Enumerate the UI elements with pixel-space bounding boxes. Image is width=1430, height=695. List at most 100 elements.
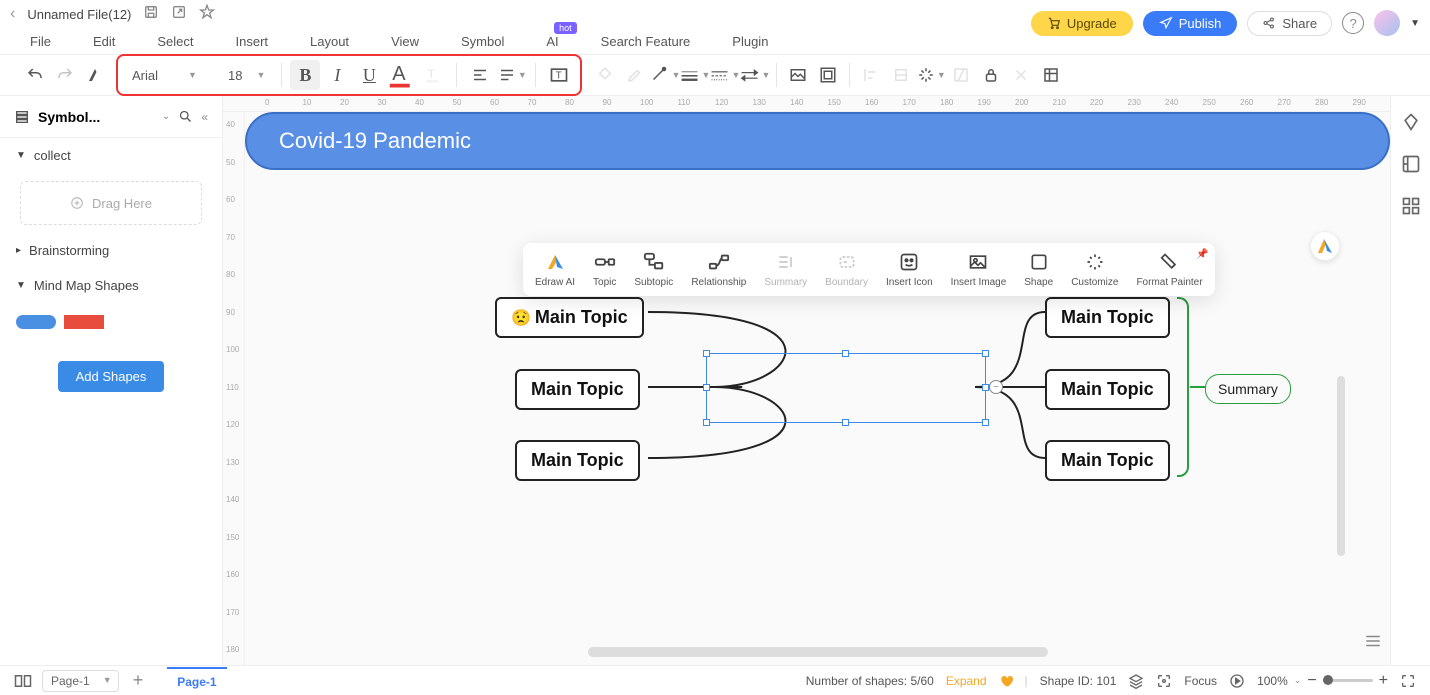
effects-button[interactable]: ▼: [916, 60, 946, 90]
expand-link[interactable]: Expand: [946, 674, 987, 688]
ctx-customize[interactable]: Customize: [1071, 251, 1118, 288]
menu-search[interactable]: Search Feature: [601, 34, 691, 49]
lock-icon[interactable]: [976, 60, 1006, 90]
tools-button[interactable]: [1006, 60, 1036, 90]
menu-insert[interactable]: Insert: [236, 34, 269, 49]
font-family-select[interactable]: Arial▼: [124, 64, 218, 87]
sidebar-mindmap-shapes[interactable]: ▼Mind Map Shapes: [0, 268, 222, 303]
save-icon[interactable]: [143, 4, 159, 24]
open-external-icon[interactable]: [171, 4, 187, 24]
avatar[interactable]: [1374, 10, 1400, 36]
align-vertical-button[interactable]: ▼: [497, 60, 527, 90]
zoom-in-icon[interactable]: +: [1379, 672, 1388, 690]
ctx-shape[interactable]: Shape: [1024, 251, 1053, 288]
panel-toggle-icon[interactable]: [1364, 634, 1382, 653]
menu-ai[interactable]: AI hot: [546, 34, 558, 49]
crop-button[interactable]: [946, 60, 976, 90]
fullscreen-icon[interactable]: [1400, 673, 1416, 689]
back-icon[interactable]: ‹: [10, 5, 15, 23]
ctx-subtopic[interactable]: Subtopic: [634, 251, 673, 288]
ctx-format-painter[interactable]: Format Painter: [1136, 251, 1202, 288]
container-button[interactable]: [813, 60, 843, 90]
menu-layout[interactable]: Layout: [310, 34, 349, 49]
heart-icon[interactable]: [999, 674, 1013, 688]
page-tab[interactable]: Page-1: [167, 667, 226, 695]
ctx-insert-icon[interactable]: Insert Icon: [886, 251, 933, 288]
mindmap-topic-2[interactable]: Main Topic: [515, 369, 640, 410]
zoom-out-icon[interactable]: −: [1307, 672, 1316, 690]
ctx-insert-image[interactable]: Insert Image: [951, 251, 1007, 288]
text-box-button[interactable]: T: [544, 60, 574, 90]
mindmap-topic-5[interactable]: Main Topic: [1045, 369, 1170, 410]
line-weight-button[interactable]: ▼: [680, 60, 710, 90]
align-left-button[interactable]: [465, 60, 495, 90]
mindmap-topic-3[interactable]: Main Topic: [515, 440, 640, 481]
fill-button[interactable]: [590, 60, 620, 90]
mindmap-topic-4[interactable]: Main Topic: [1045, 297, 1170, 338]
zoom-slider[interactable]: [1323, 679, 1373, 682]
collapse-sidebar-icon[interactable]: «: [201, 110, 208, 124]
ctx-summary[interactable]: Summary: [764, 251, 807, 288]
italic-button[interactable]: I: [322, 60, 352, 90]
image-button[interactable]: [783, 60, 813, 90]
canvas[interactable]: 😟Main Topic Main Topic Main Topic Main T…: [245, 112, 1390, 665]
distribute-button[interactable]: [886, 60, 916, 90]
sidebar-title-dropdown[interactable]: ⌄: [162, 111, 170, 122]
bold-button[interactable]: B: [290, 60, 320, 90]
focus-label[interactable]: Focus: [1184, 674, 1217, 688]
ai-assistant-bubble[interactable]: [1310, 231, 1340, 261]
format-painter-icon[interactable]: [80, 60, 110, 90]
search-icon[interactable]: [178, 109, 193, 124]
help-icon[interactable]: ?: [1342, 12, 1364, 34]
line-style-button[interactable]: ▼: [650, 60, 680, 90]
add-page-icon[interactable]: +: [133, 670, 144, 691]
focus-target-icon[interactable]: [1156, 673, 1172, 689]
drag-zone[interactable]: Drag Here: [20, 181, 202, 225]
pin-icon[interactable]: 📌: [1196, 249, 1208, 260]
add-shapes-button[interactable]: Add Shapes: [58, 361, 165, 392]
menu-view[interactable]: View: [391, 34, 419, 49]
summary-node[interactable]: Summary: [1205, 374, 1291, 404]
mindmap-topic-6[interactable]: Main Topic: [1045, 440, 1170, 481]
sidebar-collect[interactable]: ▼collect: [0, 138, 222, 173]
mindmap-center-node[interactable]: Covid-19 Pandemic: [245, 112, 1390, 170]
theme-icon[interactable]: [1399, 110, 1423, 134]
collapse-node-icon[interactable]: −: [989, 380, 1003, 394]
star-icon[interactable]: [199, 4, 215, 24]
zoom-value[interactable]: 100%: [1257, 674, 1288, 688]
ctx-boundary[interactable]: Boundary: [825, 251, 868, 288]
mindmap-topic-1[interactable]: 😟Main Topic: [495, 297, 644, 338]
menu-plugin[interactable]: Plugin: [732, 34, 768, 49]
grid-icon[interactable]: [1399, 194, 1423, 218]
menu-select[interactable]: Select: [157, 34, 193, 49]
layers-icon[interactable]: [1128, 673, 1144, 689]
ctx-relationship[interactable]: Relationship: [691, 251, 746, 288]
underline-button[interactable]: U: [354, 60, 384, 90]
sidebar-brainstorming[interactable]: ▸Brainstorming: [0, 233, 222, 268]
publish-button[interactable]: Publish: [1143, 11, 1238, 36]
components-icon[interactable]: [1399, 152, 1423, 176]
upgrade-button[interactable]: Upgrade: [1031, 11, 1133, 36]
undo-icon[interactable]: [20, 60, 50, 90]
shape-template-blue[interactable]: [16, 315, 56, 329]
horizontal-scrollbar[interactable]: [588, 647, 1048, 657]
text-highlight-button[interactable]: T: [418, 60, 448, 90]
menu-symbol[interactable]: Symbol: [461, 34, 504, 49]
table-button[interactable]: [1036, 60, 1066, 90]
ctx-edraw-ai[interactable]: Edraw AI: [535, 251, 575, 288]
redo-icon[interactable]: [50, 60, 80, 90]
ctx-topic[interactable]: Topic: [593, 251, 616, 288]
align-objects-button[interactable]: [856, 60, 886, 90]
share-button[interactable]: Share: [1247, 11, 1332, 36]
font-size-select[interactable]: 18▼: [220, 64, 273, 87]
pages-icon[interactable]: [14, 674, 32, 688]
vertical-scrollbar[interactable]: [1337, 376, 1345, 556]
arrow-style-button[interactable]: ▼: [740, 60, 770, 90]
play-icon[interactable]: [1229, 673, 1245, 689]
menu-edit[interactable]: Edit: [93, 34, 115, 49]
shape-template-red[interactable]: [64, 315, 104, 329]
font-color-button[interactable]: A: [386, 60, 416, 90]
page-select[interactable]: Page-1▼: [42, 670, 119, 692]
menu-file[interactable]: File: [30, 34, 51, 49]
pen-button[interactable]: [620, 60, 650, 90]
